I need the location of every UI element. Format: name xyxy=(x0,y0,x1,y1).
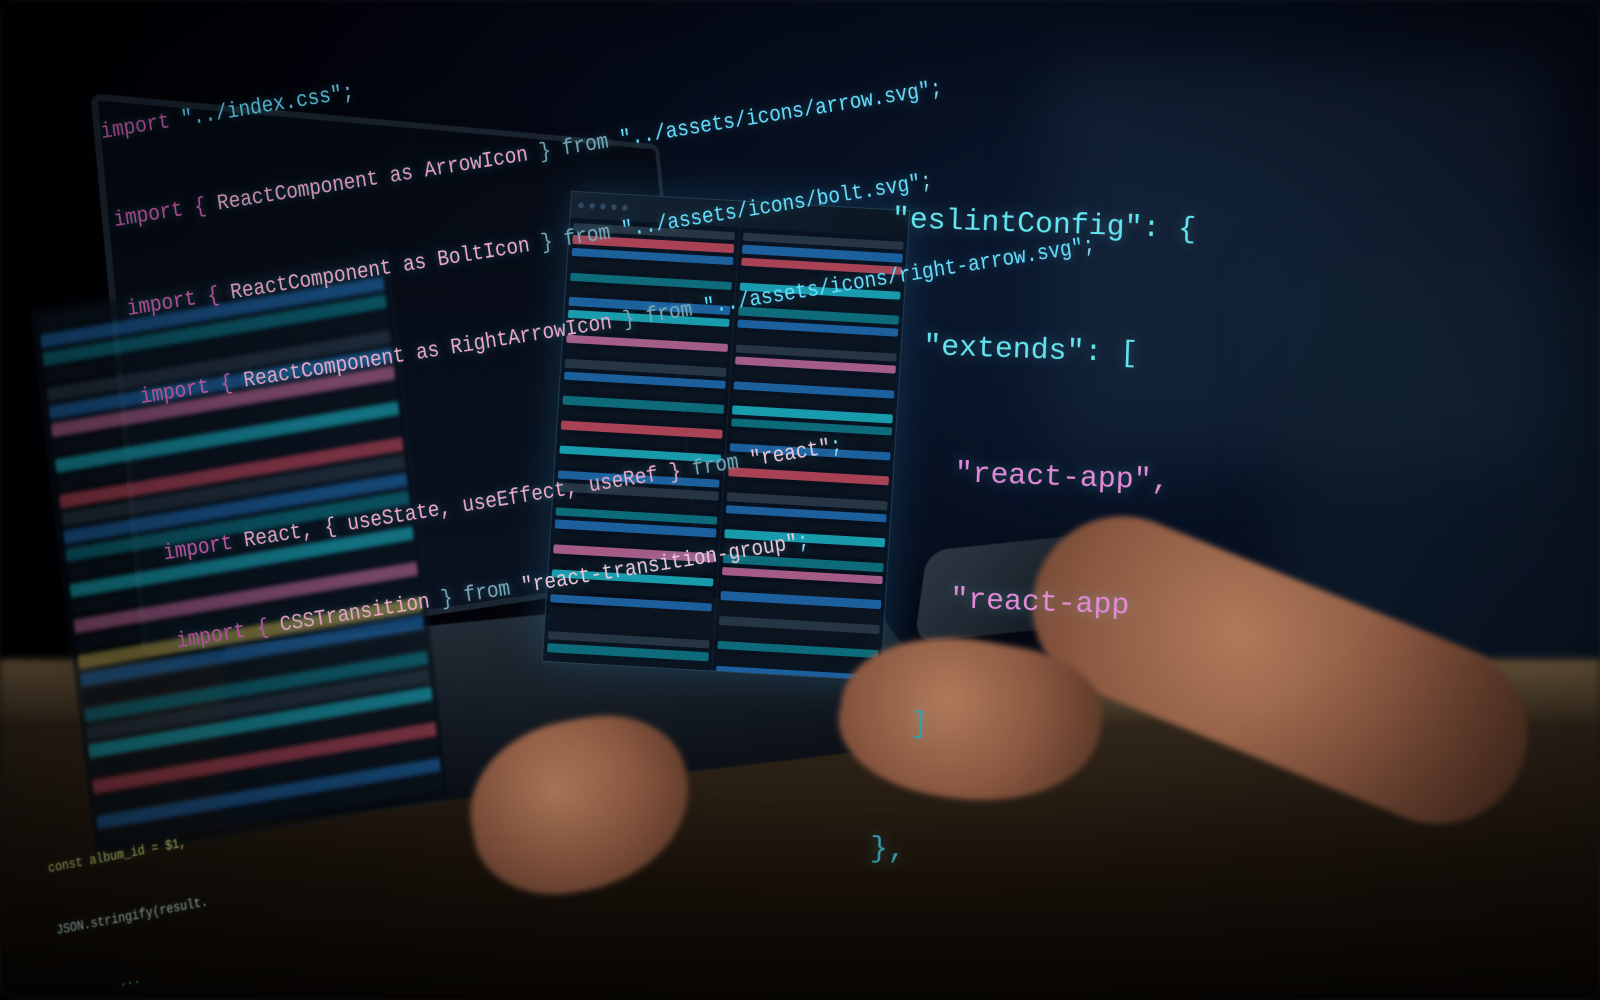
code-string: "../assets/icons/bolt.svg" xyxy=(619,168,922,245)
floating-code-json: "eslintConfig": { "extends": [ "react-ap… xyxy=(866,115,1199,965)
code-keyword: } from xyxy=(427,573,523,617)
json-bracket: }, xyxy=(869,832,906,867)
json-key: "eslintConfig": { xyxy=(891,203,1196,248)
photo-scene: import "../index.css"; import { ReactCom… xyxy=(0,0,1600,1000)
code-keyword: import { xyxy=(112,190,220,236)
code-identifier: ReactComponent as ArrowIcon xyxy=(215,141,530,220)
terminal-line: ... xyxy=(64,971,142,1000)
json-value: "react-app", xyxy=(883,455,1170,499)
code-string: "react" xyxy=(748,433,833,475)
code-keyword: import { xyxy=(125,278,233,324)
code-punct: ; xyxy=(928,75,944,106)
code-keyword: from xyxy=(679,446,752,486)
json-key: "extends": [ xyxy=(887,329,1139,372)
terminal-line: JSON.stringify(result. xyxy=(55,895,208,940)
code-keyword: import xyxy=(161,527,246,569)
terminal-line: const album_id = $1, xyxy=(47,835,187,877)
code-keyword: } from xyxy=(610,293,706,337)
code-identifier: React, { useState, useEffect, useRef } xyxy=(242,457,683,556)
code-string: "../index.css" xyxy=(179,80,344,135)
json-value: "react-app xyxy=(878,581,1130,624)
code-string: "../assets/icons/arrow.svg" xyxy=(618,77,933,156)
code-keyword: } from xyxy=(527,216,623,260)
code-keyword: import { xyxy=(138,366,246,412)
code-keyword: import { xyxy=(175,611,283,657)
code-identifier: ReactComponent as RightArrowIcon xyxy=(242,308,614,396)
json-bracket: ] xyxy=(874,707,929,743)
code-keyword: import xyxy=(99,106,184,148)
code-keyword: } from xyxy=(526,126,622,170)
code-string: "react-transition-group" xyxy=(519,529,799,602)
code-identifier: CSSTransition xyxy=(278,587,432,640)
code-identifier: ReactComponent as BoltIcon xyxy=(228,231,531,308)
